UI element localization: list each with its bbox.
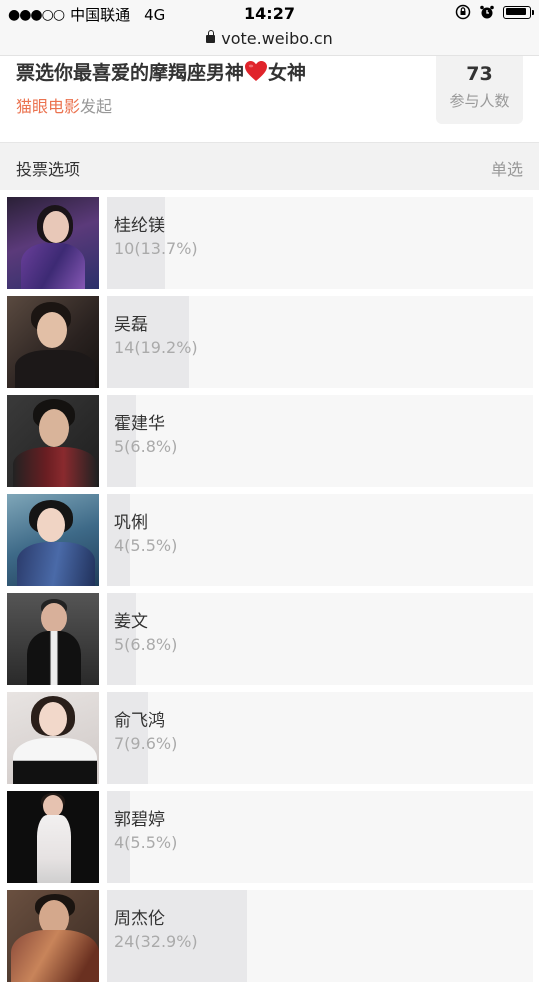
option-name: 郭碧婷 — [114, 810, 165, 830]
option-bar: 姜文 5(6.8%) — [107, 593, 533, 685]
participant-label: 参与人数 — [449, 92, 510, 110]
option-photo — [7, 197, 99, 289]
alarm-icon — [480, 5, 494, 19]
vote-option[interactable]: 桂纶镁 10(13.7%) — [0, 190, 539, 289]
status-icons — [455, 4, 534, 20]
battery-icon — [503, 5, 534, 19]
url-bar[interactable]: vote.weibo.cn — [0, 26, 539, 56]
option-photo — [7, 296, 99, 388]
option-stat: 5(6.8%) — [114, 635, 178, 654]
poll-title: 票选你最喜爱的摩羯座男神 女神 — [16, 58, 306, 85]
lock-icon — [206, 30, 216, 43]
initiator-link[interactable]: 猫眼电影 — [16, 97, 80, 116]
vote-option[interactable]: 周杰伦 24(32.9%) — [0, 883, 539, 982]
option-stat: 4(5.5%) — [114, 536, 178, 555]
option-name: 巩俐 — [114, 513, 148, 533]
poll-title-suffix: 女神 — [268, 62, 307, 84]
poll-initiator: 猫眼电影发起 — [16, 93, 112, 117]
option-name: 霍建华 — [114, 414, 165, 434]
vote-option[interactable]: 郭碧婷 4(5.5%) — [0, 784, 539, 883]
option-bar: 吴磊 14(19.2%) — [107, 296, 533, 388]
vote-option[interactable]: 霍建华 5(6.8%) — [0, 388, 539, 487]
option-photo — [7, 395, 99, 487]
option-stat: 5(6.8%) — [114, 437, 178, 456]
url-text: vote.weibo.cn — [221, 29, 333, 48]
vote-option[interactable]: 吴磊 14(19.2%) — [0, 289, 539, 388]
option-stat: 4(5.5%) — [114, 833, 178, 852]
vote-option[interactable]: 俞飞鸿 7(9.6%) — [0, 685, 539, 784]
option-stat: 7(9.6%) — [114, 734, 178, 753]
option-name: 桂纶镁 — [114, 216, 165, 236]
poll-header: 票选你最喜爱的摩羯座男神 女神 猫眼电影发起 73 参与人数 — [0, 56, 539, 142]
poll-title-text: 票选你最喜爱的摩羯座男神 — [16, 62, 245, 84]
initiator-suffix: 发起 — [80, 97, 113, 116]
option-name: 姜文 — [114, 612, 148, 632]
option-bar: 霍建华 5(6.8%) — [107, 395, 533, 487]
option-bar: 桂纶镁 10(13.7%) — [107, 197, 533, 289]
option-photo — [7, 494, 99, 586]
status-bar: ●●●○○ 中国联通 4G 14:27 — [0, 0, 539, 26]
selection-mode: 单选 — [490, 160, 523, 179]
participant-count-box: 73 参与人数 — [436, 56, 523, 124]
option-stat: 14(19.2%) — [114, 338, 198, 357]
option-photo — [7, 890, 99, 982]
options-title: 投票选项 — [16, 160, 81, 179]
rotation-lock-icon — [455, 4, 471, 20]
vote-option[interactable]: 巩俐 4(5.5%) — [0, 487, 539, 586]
option-name: 吴磊 — [114, 315, 148, 335]
option-bar: 巩俐 4(5.5%) — [107, 494, 533, 586]
participant-count: 73 — [466, 63, 493, 85]
options-header: 投票选项 单选 — [0, 143, 539, 190]
option-bar: 俞飞鸿 7(9.6%) — [107, 692, 533, 784]
option-stat: 10(13.7%) — [114, 239, 198, 258]
option-stat: 24(32.9%) — [114, 932, 198, 951]
option-photo — [7, 593, 99, 685]
option-name: 俞飞鸿 — [114, 711, 165, 731]
option-photo — [7, 692, 99, 784]
heart-icon — [245, 61, 268, 81]
option-photo — [7, 791, 99, 883]
option-bar: 周杰伦 24(32.9%) — [107, 890, 533, 982]
vote-option[interactable]: 姜文 5(6.8%) — [0, 586, 539, 685]
option-bar: 郭碧婷 4(5.5%) — [107, 791, 533, 883]
option-name: 周杰伦 — [114, 909, 165, 929]
